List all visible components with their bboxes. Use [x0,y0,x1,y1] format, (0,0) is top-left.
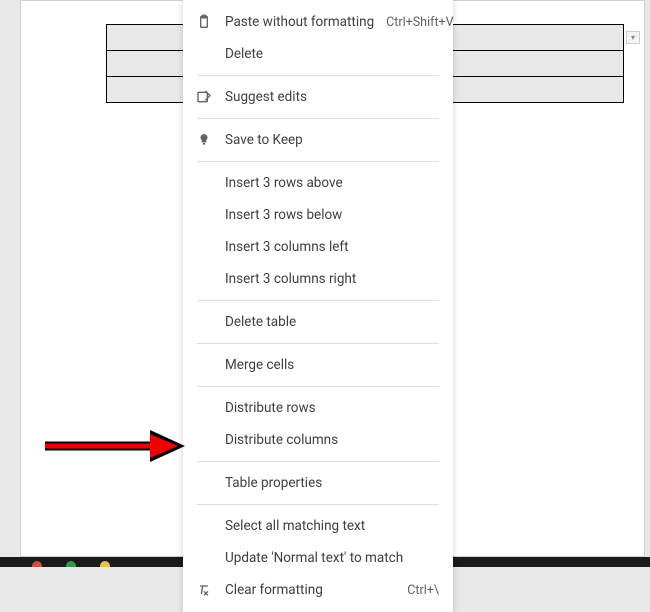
taskbar-item[interactable] [100,561,110,567]
keep-icon [193,130,215,150]
clipboard-icon [193,12,215,32]
blank-icon [193,473,215,493]
menu-save-to-keep[interactable]: Save to Keep [183,124,453,156]
annotation-arrow [40,426,190,470]
context-menu: Paste without formatting Ctrl+Shift+V De… [183,0,453,612]
menu-item-label: Insert 3 columns left [225,239,439,255]
menu-item-label: Paste without formatting [225,14,374,30]
menu-separator [197,75,439,76]
blank-icon [193,398,215,418]
blank-icon [193,355,215,375]
menu-item-label: Delete [225,46,439,62]
menu-item-label: Update 'Normal text' to match [225,550,439,566]
menu-item-label: Save to Keep [225,132,439,148]
menu-item-label: Merge cells [225,357,439,373]
menu-item-label: Table properties [225,475,439,491]
menu-insert-columns-left[interactable]: Insert 3 columns left [183,231,453,263]
menu-item-shortcut: Ctrl+\ [407,583,439,598]
menu-item-label: Insert 3 rows above [225,175,439,191]
menu-insert-rows-below[interactable]: Insert 3 rows below [183,199,453,231]
menu-delete-table[interactable]: Delete table [183,306,453,338]
menu-insert-columns-right[interactable]: Insert 3 columns right [183,263,453,295]
menu-paste-without-formatting[interactable]: Paste without formatting Ctrl+Shift+V [183,6,453,38]
menu-separator [197,161,439,162]
taskbar-item[interactable] [32,561,42,567]
menu-merge-cells[interactable]: Merge cells [183,349,453,381]
menu-select-matching-text[interactable]: Select all matching text [183,510,453,542]
menu-item-label: Delete table [225,314,439,330]
menu-item-label: Distribute rows [225,400,439,416]
menu-item-label: Select all matching text [225,518,439,534]
blank-icon [193,205,215,225]
menu-separator [197,300,439,301]
menu-separator [197,386,439,387]
menu-distribute-rows[interactable]: Distribute rows [183,392,453,424]
menu-item-label: Suggest edits [225,89,439,105]
suggest-edits-icon [193,87,215,107]
table-dropdown-button[interactable]: ▾ [626,31,640,44]
blank-icon [193,312,215,332]
menu-item-label: Insert 3 rows below [225,207,439,223]
blank-icon [193,173,215,193]
menu-table-properties[interactable]: Table properties [183,467,453,499]
menu-separator [197,461,439,462]
blank-icon [193,548,215,568]
blank-icon [193,237,215,257]
menu-clear-formatting[interactable]: Clear formatting Ctrl+\ [183,574,453,606]
blank-icon [193,269,215,289]
blank-icon [193,430,215,450]
menu-item-label: Clear formatting [225,582,395,598]
menu-delete[interactable]: Delete [183,38,453,70]
menu-distribute-columns[interactable]: Distribute columns [183,424,453,456]
taskbar-item[interactable] [66,561,76,567]
blank-icon [193,516,215,536]
menu-item-label: Distribute columns [225,432,439,448]
menu-suggest-edits[interactable]: Suggest edits [183,81,453,113]
menu-item-label: Insert 3 columns right [225,271,439,287]
menu-separator [197,118,439,119]
menu-item-shortcut: Ctrl+Shift+V [386,15,453,30]
menu-update-normal-text[interactable]: Update 'Normal text' to match [183,542,453,574]
menu-separator [197,343,439,344]
menu-separator [197,504,439,505]
menu-insert-rows-above[interactable]: Insert 3 rows above [183,167,453,199]
blank-icon [193,44,215,64]
clear-formatting-icon [193,580,215,600]
